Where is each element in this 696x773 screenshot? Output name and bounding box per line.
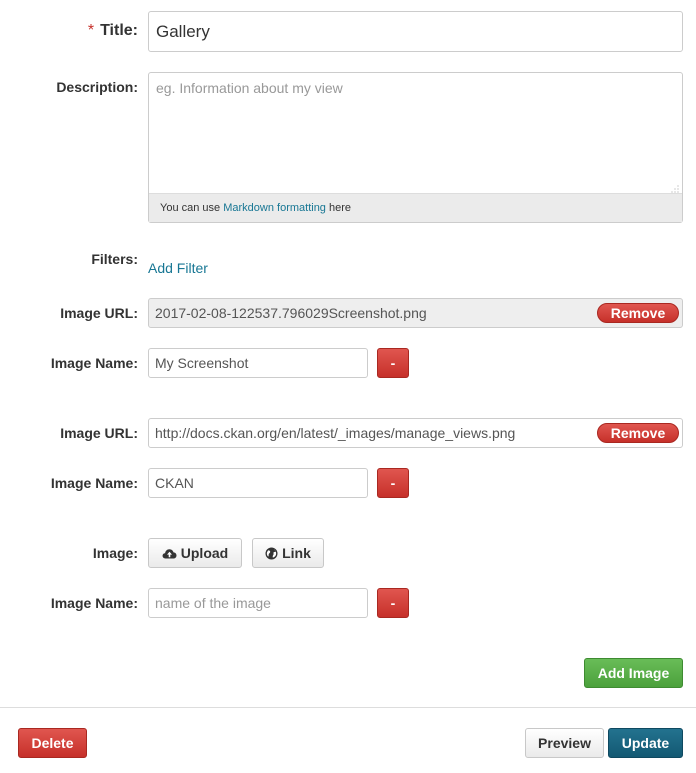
form-divider [0, 707, 696, 708]
description-textarea[interactable]: eg. Information about my view You can us… [148, 72, 683, 223]
filters-label: Filters: [91, 251, 138, 267]
title-label: * Title: [87, 22, 138, 39]
add-image-button[interactable]: Add Image [584, 658, 683, 688]
link-button[interactable]: Link [252, 538, 324, 568]
remove-image-button[interactable]: - [377, 588, 409, 618]
remove-image-url-button[interactable]: Remove [597, 423, 679, 443]
description-label: Description: [56, 79, 138, 95]
image-name-label: Image Name: [50, 475, 138, 491]
upload-button[interactable]: Upload [148, 538, 242, 568]
remove-image-button[interactable]: - [377, 348, 409, 378]
markdown-formatting-link[interactable]: Markdown formatting [223, 202, 326, 214]
image-name-input[interactable]: My Screenshot [148, 348, 368, 378]
image-name-input[interactable]: CKAN [148, 468, 368, 498]
title-input[interactable]: Gallery [148, 11, 683, 52]
update-button[interactable]: Update [608, 728, 683, 758]
delete-button[interactable]: Delete [18, 728, 87, 758]
preview-button[interactable]: Preview [525, 728, 604, 758]
add-filter-link[interactable]: Add Filter [148, 260, 208, 276]
image-label: Image: [92, 545, 138, 561]
image-name-input[interactable]: name of the image [148, 588, 368, 618]
cloud-upload-icon [162, 549, 177, 559]
image-url-label: Image URL: [60, 425, 138, 441]
image-name-label: Image Name: [50, 595, 138, 611]
resize-grip-icon[interactable] [671, 185, 679, 193]
remove-image-url-button[interactable]: Remove [597, 303, 679, 323]
markdown-help: You can use Markdown formatting here [149, 193, 682, 222]
description-placeholder: eg. Information about my view [156, 80, 343, 96]
globe-icon [265, 547, 278, 560]
required-marker: * [87, 22, 95, 39]
remove-image-button[interactable]: - [377, 468, 409, 498]
image-name-label: Image Name: [50, 355, 138, 371]
image-url-label: Image URL: [60, 305, 138, 321]
